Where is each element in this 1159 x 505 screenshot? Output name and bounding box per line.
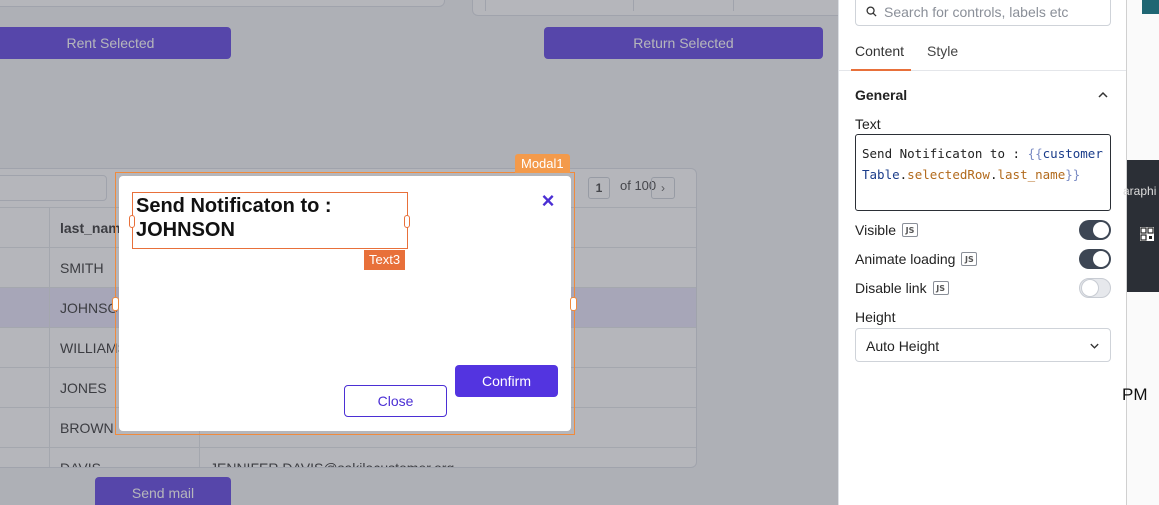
code-brace-open: {{ [1027, 146, 1043, 161]
text-widget-tag[interactable]: Text3 [364, 250, 406, 270]
chevron-down-icon [1090, 343, 1099, 349]
property-search-field[interactable]: Search for controls, labels etc [855, 0, 1111, 26]
edge-truncated-text: araphi [1123, 184, 1157, 198]
code-dot: . [989, 167, 998, 182]
disable-link-label: Disable link JS [855, 280, 949, 296]
modal-title-line1: Send Notificaton to : [136, 195, 332, 217]
search-icon [866, 6, 877, 17]
text-property-input[interactable]: Send Notificaton to : {{customerTable.se… [855, 134, 1111, 211]
resize-handle-left[interactable] [112, 297, 119, 311]
close-button[interactable]: Close [344, 385, 447, 417]
active-tab-indicator [851, 69, 911, 71]
text-resize-handle-left[interactable] [129, 215, 135, 228]
js-toggle-icon[interactable]: JS [961, 252, 978, 266]
toggle-knob [1082, 280, 1098, 296]
disable-link-toggle[interactable] [1079, 278, 1111, 298]
animate-loading-label-text: Animate loading [855, 251, 956, 267]
height-select[interactable]: Auto Height [855, 328, 1111, 362]
code-line1: Send Notificaton to : [862, 146, 1021, 161]
close-icon[interactable]: × [538, 190, 558, 212]
edge-time-suffix: PM [1122, 385, 1148, 404]
height-select-value: Auto Height [866, 338, 940, 354]
qr-code-icon [1140, 227, 1154, 241]
disable-link-label-text: Disable link [855, 280, 927, 296]
js-toggle-icon[interactable]: JS [902, 223, 918, 237]
search-placeholder: Search for controls, labels etc [884, 4, 1069, 20]
animate-loading-toggle[interactable] [1079, 249, 1111, 269]
visible-toggle[interactable] [1079, 220, 1111, 240]
resize-handle-right[interactable] [570, 297, 577, 311]
panel-tabs: Content Style [839, 40, 1127, 71]
code-brace-close: }} [1065, 167, 1081, 182]
teal-block [1142, 0, 1159, 14]
property-panel: Search for controls, labels etc Content … [838, 0, 1127, 505]
js-toggle-icon[interactable]: JS [932, 281, 949, 295]
visible-label: Visible JS [855, 222, 918, 238]
code-prop: last_name [997, 167, 1066, 182]
text-property-label: Text [855, 116, 881, 132]
modal-title-line2: JOHNSON [136, 219, 235, 241]
height-label: Height [855, 309, 896, 325]
tab-style[interactable]: Style [927, 43, 958, 59]
animate-loading-label: Animate loading JS [855, 251, 978, 267]
code-prop: selectedRow [907, 167, 990, 182]
modal-widget-tag[interactable]: Modal1 [515, 154, 570, 173]
tab-content[interactable]: Content [855, 43, 904, 59]
text-resize-handle-right[interactable] [404, 215, 410, 228]
chevron-up-icon[interactable] [1097, 90, 1109, 100]
modal-title-text: Send Notificaton to : JOHNSON [136, 194, 406, 242]
confirm-button[interactable]: Confirm [455, 365, 558, 397]
toggle-knob [1093, 251, 1109, 267]
section-general-title[interactable]: General [855, 87, 907, 103]
toggle-knob [1093, 222, 1109, 238]
dark-panel-edge [1127, 160, 1159, 292]
visible-label-text: Visible [855, 222, 896, 238]
